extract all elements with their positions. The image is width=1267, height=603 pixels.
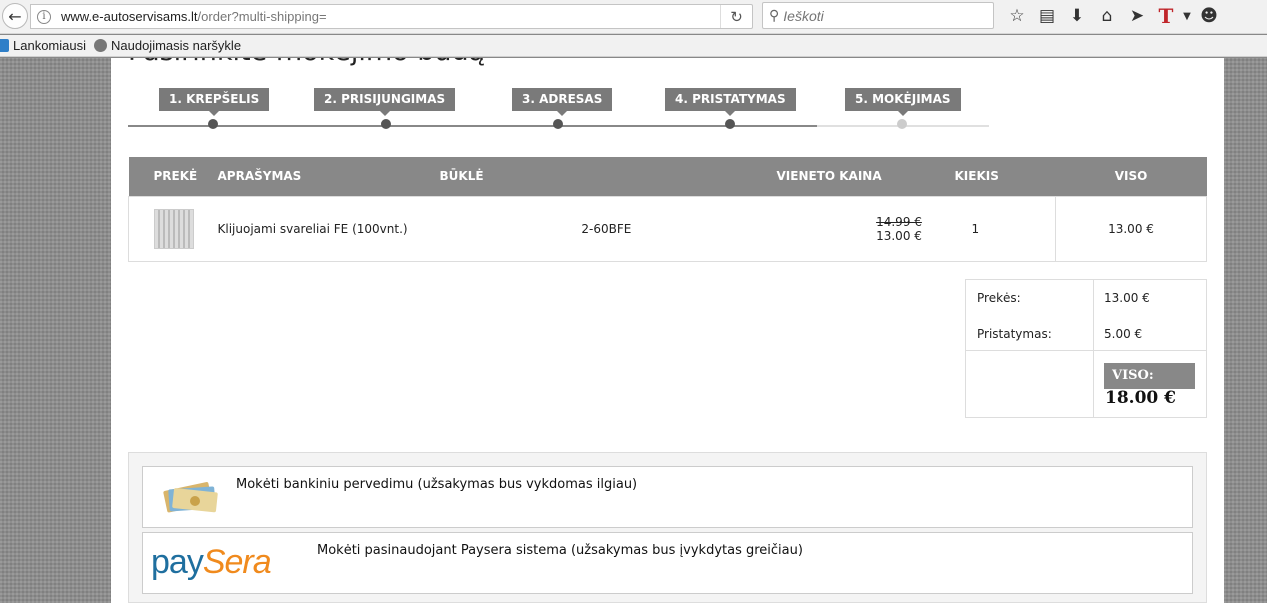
shipping-label: Pristatymas:	[977, 327, 1052, 341]
payment-bank-transfer[interactable]: Mokėti bankiniu pervedimu (užsakymas bus…	[142, 466, 1193, 528]
main-content: Pasirinkite mokėjimo būdą 1. KREPŠELIS 2…	[111, 58, 1224, 603]
step-dot	[208, 119, 218, 129]
cart-table: PREKĖ APRAŠYMAS BŪKLĖ VIENETO KAINA KIEK…	[128, 157, 1207, 262]
step-dot	[725, 119, 735, 129]
reading-list-icon[interactable]: ▤	[1032, 6, 1062, 26]
smiley-icon[interactable]: ☻	[1194, 6, 1224, 26]
step-dot	[897, 119, 907, 129]
product-thumbnail-cell	[128, 195, 218, 262]
step-dot	[381, 119, 391, 129]
old-price: 14.99 €	[876, 214, 922, 229]
step-cart[interactable]: 1. KREPŠELIS	[159, 88, 270, 116]
money-icon	[163, 482, 218, 513]
column-description: APRAŠYMAS	[217, 157, 440, 196]
url-bar[interactable]: i www.e-autoservisams.lt/order?multi-shi…	[30, 4, 753, 29]
search-input[interactable]	[783, 7, 984, 24]
grand-total-label: VISO:	[1104, 363, 1195, 389]
bookmark-star-icon[interactable]: ☆	[1002, 6, 1032, 26]
back-arrow-icon[interactable]: ←	[2, 3, 28, 29]
products-value: 13.00 €	[1104, 291, 1150, 305]
payment-paysera-label: Mokėti pasinaudojant Paysera sistema (už…	[317, 543, 803, 558]
quantity-cell: 1	[941, 195, 1056, 262]
product-code: 2-60BFE	[581, 221, 632, 236]
totals-divider	[1093, 280, 1094, 418]
t-extension-icon[interactable]: T	[1152, 4, 1180, 28]
info-icon[interactable]: i	[37, 9, 51, 24]
bookmark-most-visited[interactable]: Lankomiausi	[0, 38, 86, 53]
column-unit-price: VIENETO KAINA	[776, 157, 942, 196]
column-quantity: KIEKIS	[941, 157, 1056, 196]
product-description: Klijuojami svareliai FE (100vnt.) 2-60BF…	[217, 195, 777, 262]
toolbar-icons: ☆ ▤ ⬇ ⌂ ➤ T ▼ ☻	[1002, 4, 1224, 28]
step-login[interactable]: 2. PRISIJUNGIMAS	[314, 88, 456, 116]
column-status: BŪKLĖ	[439, 157, 777, 196]
products-label: Prekės:	[977, 291, 1021, 305]
step-payment: 5. MOKĖJIMAS	[845, 88, 961, 116]
url-host: www.e-autoservisams.lt	[61, 9, 198, 24]
bookmarks-bar: Lankomiausi Naudojimasis naršykle	[0, 35, 1267, 57]
heading-clip: Pasirinkite mokėjimo būdą	[111, 58, 1224, 80]
download-icon[interactable]: ⬇	[1062, 6, 1092, 26]
payment-methods: Mokėti bankiniu pervedimu (užsakymas bus…	[128, 452, 1207, 603]
browser-toolbar: ← i www.e-autoservisams.lt/order?multi-s…	[0, 0, 1267, 34]
search-icon: ⚲	[769, 7, 780, 23]
row-total: 13.00 €	[1055, 195, 1207, 262]
page-title: Pasirinkite mokėjimo būdą	[128, 58, 485, 67]
product-thumbnail[interactable]	[154, 208, 194, 249]
url-path: /order?multi-shipping=	[197, 9, 327, 24]
reload-icon[interactable]: ↻	[720, 5, 752, 28]
shipping-value: 5.00 €	[1104, 327, 1143, 341]
steps-progress-line	[128, 125, 817, 127]
checkout-steps: 1. KREPŠELIS 2. PRISIJUNGIMAS 3. ADRESAS…	[128, 86, 990, 136]
search-box[interactable]: ⚲	[762, 2, 994, 29]
paysera-logo-pay: pay	[151, 543, 204, 581]
folder-icon	[0, 39, 9, 52]
paysera-logo-sera: Sera	[202, 543, 272, 581]
bookmark-help[interactable]: Naudojimasis naršykle	[94, 38, 241, 53]
step-shipping[interactable]: 4. PRISTATYMAS	[665, 88, 796, 116]
order-totals: Prekės: 13.00 € Pristatymas: 5.00 € VISO…	[965, 279, 1207, 418]
column-product: PREKĖ	[128, 157, 218, 196]
globe-icon	[94, 39, 107, 52]
product-name-link[interactable]: Klijuojami svareliai FE (100vnt.)	[218, 222, 408, 236]
unit-price-cell: 14.99 € 13.00 €	[776, 195, 942, 262]
send-icon[interactable]: ➤	[1122, 6, 1152, 26]
grand-total-value: 18.00 €	[1105, 388, 1176, 408]
paysera-logo: paySera	[151, 543, 272, 582]
step-dot	[553, 119, 563, 129]
cart-table-header: PREKĖ APRAŠYMAS BŪKLĖ VIENETO KAINA KIEK…	[128, 157, 1207, 196]
unit-price: 13.00 €	[876, 228, 922, 243]
payment-bank-transfer-label: Mokėti bankiniu pervedimu (užsakymas bus…	[236, 477, 638, 492]
table-row: Klijuojami svareliai FE (100vnt.) 2-60BF…	[128, 195, 1207, 262]
home-icon[interactable]: ⌂	[1092, 6, 1122, 26]
column-total: VISO	[1055, 157, 1207, 196]
step-address[interactable]: 3. ADRESAS	[512, 88, 613, 116]
totals-divider	[966, 350, 1206, 351]
chevron-down-icon[interactable]: ▼	[1180, 11, 1194, 22]
payment-paysera[interactable]: paySera Mokėti pasinaudojant Paysera sis…	[142, 532, 1193, 594]
